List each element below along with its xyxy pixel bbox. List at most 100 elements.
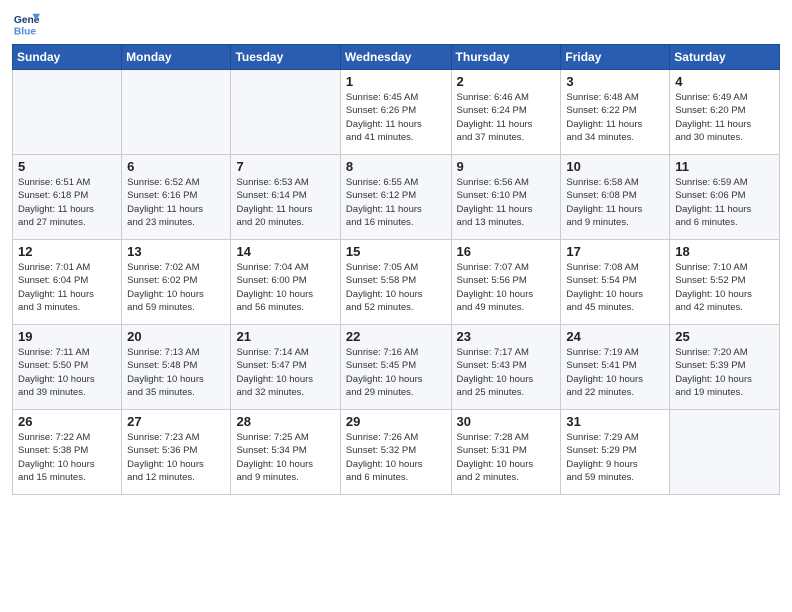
day-number: 26 bbox=[18, 414, 116, 429]
calendar-cell: 29Sunrise: 7:26 AM Sunset: 5:32 PM Dayli… bbox=[340, 410, 451, 495]
day-info: Sunrise: 7:28 AM Sunset: 5:31 PM Dayligh… bbox=[457, 431, 556, 484]
logo: General Blue bbox=[12, 10, 44, 38]
day-info: Sunrise: 7:16 AM Sunset: 5:45 PM Dayligh… bbox=[346, 346, 446, 399]
calendar-table: SundayMondayTuesdayWednesdayThursdayFrid… bbox=[12, 44, 780, 495]
calendar-cell bbox=[122, 70, 231, 155]
calendar-cell: 7 Sunrise: 6:53 AM Sunset: 6:14 PM Daylig… bbox=[231, 155, 340, 240]
calendar-cell: 11 Sunrise: 6:59 AM Sunset: 6:06 PM Dayli… bbox=[670, 155, 780, 240]
calendar-cell: 17 Sunrise: 7:08 AM Sunset: 5:54 PM Dayli… bbox=[561, 240, 670, 325]
day-info: Sunrise: 7:17 AM Sunset: 5:43 PM Dayligh… bbox=[457, 346, 556, 399]
day-info: Sunrise: 6:48 AM Sunset: 6:22 PM Dayligh… bbox=[566, 91, 664, 144]
day-info: Sunrise: 7:05 AM Sunset: 5:58 PM Dayligh… bbox=[346, 261, 446, 314]
day-info: Sunrise: 7:19 AM Sunset: 5:41 PM Dayligh… bbox=[566, 346, 664, 399]
day-number: 2 bbox=[457, 74, 556, 89]
day-info: Sunrise: 6:45 AM Sunset: 6:26 PM Dayligh… bbox=[346, 91, 446, 144]
weekday-header-thursday: Thursday bbox=[451, 45, 561, 70]
day-info: Sunrise: 7:22 AM Sunset: 5:38 PM Dayligh… bbox=[18, 431, 116, 484]
day-number: 11 bbox=[675, 159, 774, 174]
day-number: 30 bbox=[457, 414, 556, 429]
day-info: Sunrise: 7:20 AM Sunset: 5:39 PM Dayligh… bbox=[675, 346, 774, 399]
day-info: Sunrise: 7:26 AM Sunset: 5:32 PM Dayligh… bbox=[346, 431, 446, 484]
day-number: 19 bbox=[18, 329, 116, 344]
day-info: Sunrise: 6:58 AM Sunset: 6:08 PM Dayligh… bbox=[566, 176, 664, 229]
calendar-cell: 8 Sunrise: 6:55 AM Sunset: 6:12 PM Daylig… bbox=[340, 155, 451, 240]
day-number: 23 bbox=[457, 329, 556, 344]
day-number: 22 bbox=[346, 329, 446, 344]
day-number: 25 bbox=[675, 329, 774, 344]
calendar-cell: 27 Sunrise: 7:23 AM Sunset: 5:36 PM Dayli… bbox=[122, 410, 231, 495]
calendar-cell: 1 Sunrise: 6:45 AM Sunset: 6:26 PM Daylig… bbox=[340, 70, 451, 155]
day-info: Sunrise: 7:13 AM Sunset: 5:48 PM Dayligh… bbox=[127, 346, 225, 399]
calendar-cell: 5 Sunrise: 6:51 AM Sunset: 6:18 PM Daylig… bbox=[13, 155, 122, 240]
day-number: 4 bbox=[675, 74, 774, 89]
weekday-header-row: SundayMondayTuesdayWednesdayThursdayFrid… bbox=[13, 45, 780, 70]
day-number: 1 bbox=[346, 74, 446, 89]
calendar-cell bbox=[231, 70, 340, 155]
day-number: 10 bbox=[566, 159, 664, 174]
day-number: 20 bbox=[127, 329, 225, 344]
day-info: Sunrise: 6:59 AM Sunset: 6:06 PM Dayligh… bbox=[675, 176, 774, 229]
day-info: Sunrise: 7:07 AM Sunset: 5:56 PM Dayligh… bbox=[457, 261, 556, 314]
day-info: Sunrise: 7:14 AM Sunset: 5:47 PM Dayligh… bbox=[236, 346, 334, 399]
day-number: 17 bbox=[566, 244, 664, 259]
calendar-cell: 19 Sunrise: 7:11 AM Sunset: 5:50 PM Dayli… bbox=[13, 325, 122, 410]
calendar-cell: 4Sunrise: 6:49 AM Sunset: 6:20 PM Daylig… bbox=[670, 70, 780, 155]
day-info: Sunrise: 7:04 AM Sunset: 6:00 PM Dayligh… bbox=[236, 261, 334, 314]
day-info: Sunrise: 6:55 AM Sunset: 6:12 PM Dayligh… bbox=[346, 176, 446, 229]
weekday-header-sunday: Sunday bbox=[13, 45, 122, 70]
calendar-cell bbox=[670, 410, 780, 495]
day-number: 24 bbox=[566, 329, 664, 344]
weekday-header-friday: Friday bbox=[561, 45, 670, 70]
day-info: Sunrise: 6:51 AM Sunset: 6:18 PM Dayligh… bbox=[18, 176, 116, 229]
day-number: 7 bbox=[236, 159, 334, 174]
day-number: 15 bbox=[346, 244, 446, 259]
day-info: Sunrise: 6:46 AM Sunset: 6:24 PM Dayligh… bbox=[457, 91, 556, 144]
week-row-4: 19 Sunrise: 7:11 AM Sunset: 5:50 PM Dayli… bbox=[13, 325, 780, 410]
week-row-3: 12 Sunrise: 7:01 AM Sunset: 6:04 PM Dayli… bbox=[13, 240, 780, 325]
calendar-cell: 28Sunrise: 7:25 AM Sunset: 5:34 PM Dayli… bbox=[231, 410, 340, 495]
week-row-1: 1 Sunrise: 6:45 AM Sunset: 6:26 PM Daylig… bbox=[13, 70, 780, 155]
day-number: 3 bbox=[566, 74, 664, 89]
day-number: 16 bbox=[457, 244, 556, 259]
day-info: Sunrise: 7:25 AM Sunset: 5:34 PM Dayligh… bbox=[236, 431, 334, 484]
day-info: Sunrise: 7:02 AM Sunset: 6:02 PM Dayligh… bbox=[127, 261, 225, 314]
day-info: Sunrise: 7:29 AM Sunset: 5:29 PM Dayligh… bbox=[566, 431, 664, 484]
day-info: Sunrise: 7:01 AM Sunset: 6:04 PM Dayligh… bbox=[18, 261, 116, 314]
calendar-cell: 13Sunrise: 7:02 AM Sunset: 6:02 PM Dayli… bbox=[122, 240, 231, 325]
day-info: Sunrise: 7:11 AM Sunset: 5:50 PM Dayligh… bbox=[18, 346, 116, 399]
day-number: 18 bbox=[675, 244, 774, 259]
logo-icon: General Blue bbox=[12, 10, 40, 38]
day-number: 9 bbox=[457, 159, 556, 174]
calendar-cell: 10 Sunrise: 6:58 AM Sunset: 6:08 PM Dayli… bbox=[561, 155, 670, 240]
day-number: 6 bbox=[127, 159, 225, 174]
weekday-header-monday: Monday bbox=[122, 45, 231, 70]
calendar-cell: 2 Sunrise: 6:46 AM Sunset: 6:24 PM Daylig… bbox=[451, 70, 561, 155]
day-info: Sunrise: 6:56 AM Sunset: 6:10 PM Dayligh… bbox=[457, 176, 556, 229]
calendar-cell: 22 Sunrise: 7:16 AM Sunset: 5:45 PM Dayli… bbox=[340, 325, 451, 410]
day-number: 14 bbox=[236, 244, 334, 259]
day-number: 5 bbox=[18, 159, 116, 174]
day-number: 27 bbox=[127, 414, 225, 429]
calendar-cell: 15 Sunrise: 7:05 AM Sunset: 5:58 PM Dayli… bbox=[340, 240, 451, 325]
weekday-header-saturday: Saturday bbox=[670, 45, 780, 70]
calendar-cell: 24 Sunrise: 7:19 AM Sunset: 5:41 PM Dayli… bbox=[561, 325, 670, 410]
day-number: 31 bbox=[566, 414, 664, 429]
day-number: 21 bbox=[236, 329, 334, 344]
calendar-cell: 14 Sunrise: 7:04 AM Sunset: 6:00 PM Dayli… bbox=[231, 240, 340, 325]
calendar-cell: 23 Sunrise: 7:17 AM Sunset: 5:43 PM Dayli… bbox=[451, 325, 561, 410]
day-info: Sunrise: 7:10 AM Sunset: 5:52 PM Dayligh… bbox=[675, 261, 774, 314]
calendar-cell: 21 Sunrise: 7:14 AM Sunset: 5:47 PM Dayli… bbox=[231, 325, 340, 410]
svg-text:Blue: Blue bbox=[14, 26, 37, 37]
day-number: 8 bbox=[346, 159, 446, 174]
header-row: General Blue bbox=[12, 10, 780, 38]
calendar-cell: 20 Sunrise: 7:13 AM Sunset: 5:48 PM Dayli… bbox=[122, 325, 231, 410]
weekday-header-tuesday: Tuesday bbox=[231, 45, 340, 70]
calendar-cell: 16 Sunrise: 7:07 AM Sunset: 5:56 PM Dayli… bbox=[451, 240, 561, 325]
day-info: Sunrise: 6:53 AM Sunset: 6:14 PM Dayligh… bbox=[236, 176, 334, 229]
day-info: Sunrise: 7:23 AM Sunset: 5:36 PM Dayligh… bbox=[127, 431, 225, 484]
day-number: 12 bbox=[18, 244, 116, 259]
day-info: Sunrise: 7:08 AM Sunset: 5:54 PM Dayligh… bbox=[566, 261, 664, 314]
calendar-cell: 26 Sunrise: 7:22 AM Sunset: 5:38 PM Dayli… bbox=[13, 410, 122, 495]
calendar-cell: 18 Sunrise: 7:10 AM Sunset: 5:52 PM Dayli… bbox=[670, 240, 780, 325]
calendar-cell: 12 Sunrise: 7:01 AM Sunset: 6:04 PM Dayli… bbox=[13, 240, 122, 325]
